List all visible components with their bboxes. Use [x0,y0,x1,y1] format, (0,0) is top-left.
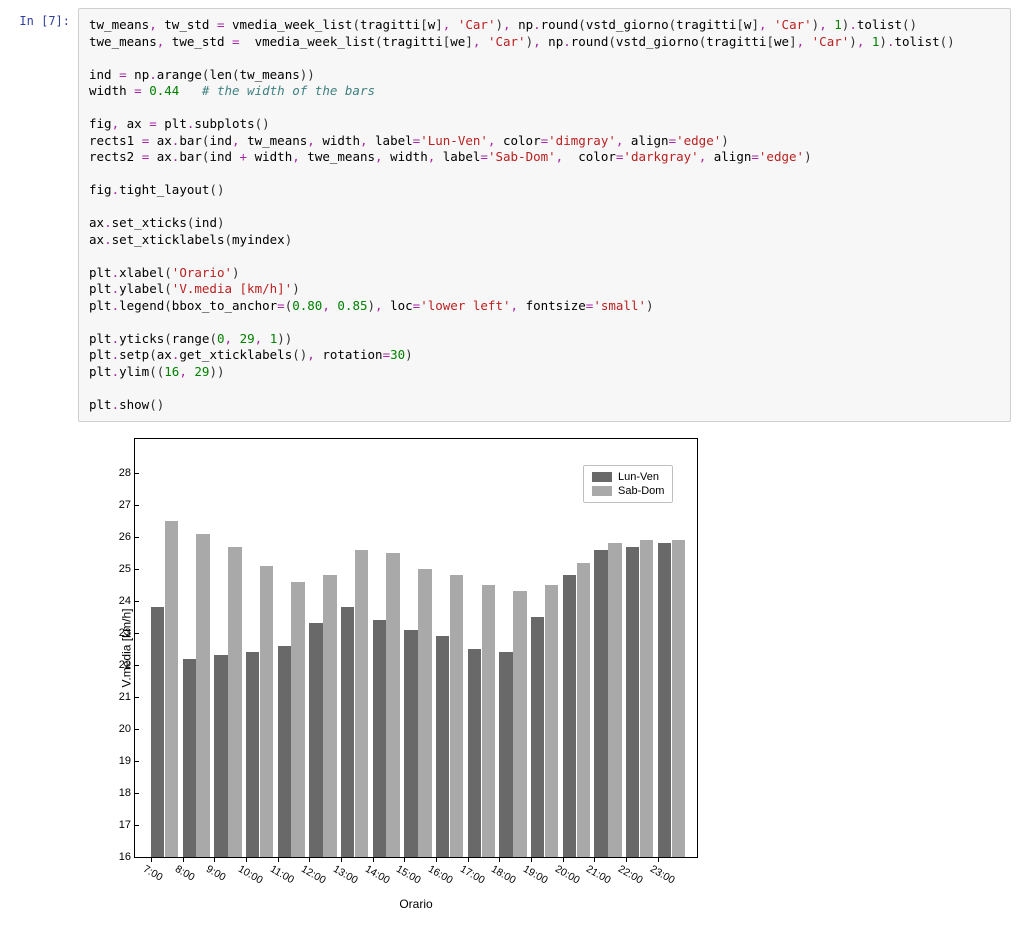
x-tick-label: 12:00 [299,863,328,887]
y-tick: 17 [105,819,131,831]
legend-swatch-icon [592,486,612,496]
x-tick-mark [436,857,437,862]
bar-sab-dom [260,566,273,857]
x-tick-mark [468,857,469,862]
x-tick-mark [309,857,310,862]
y-tick: 20 [105,723,131,735]
x-tick-label: 13:00 [331,863,360,887]
x-tick-label: 7:00 [141,863,165,884]
plot-area: V.media [km/h] Orario Lun-VenSab-Dom 161… [134,438,698,858]
y-tick: 19 [105,755,131,767]
y-tick: 22 [105,659,131,671]
x-tick-label: 8:00 [173,863,197,884]
x-tick-label: 14:00 [363,863,392,887]
bar-sab-dom [577,563,590,857]
x-tick-mark [658,857,659,862]
x-tick-label: 21:00 [584,863,613,887]
bar-lun-ven [626,547,639,857]
x-tick-mark [594,857,595,862]
bar-sab-dom [418,569,431,857]
x-tick-mark [183,857,184,862]
bar-lun-ven [246,652,259,857]
code-cell: In [7]: tw_means, tw_std = vmedia_week_l… [8,8,1011,422]
output-cell: V.media [km/h] Orario Lun-VenSab-Dom 161… [78,438,1011,858]
bar-sab-dom [196,534,209,857]
bar-lun-ven [563,575,576,857]
bar-sab-dom [640,540,653,857]
legend-entry: Sab-Dom [592,484,664,498]
legend-entry: Lun-Ven [592,470,664,484]
x-tick-mark [531,857,532,862]
bar-sab-dom [323,575,336,857]
bar-lun-ven [341,607,354,857]
x-tick-label: 11:00 [268,863,296,886]
x-tick-label: 22:00 [616,863,645,887]
y-tick: 18 [105,787,131,799]
x-tick-label: 9:00 [204,863,228,884]
y-tick: 25 [105,563,131,575]
x-tick-label: 18:00 [489,863,518,887]
y-axis-label: V.media [km/h] [119,609,133,688]
bar-sab-dom [228,547,241,857]
legend-label: Lun-Ven [618,471,659,483]
y-tick: 28 [105,467,131,479]
x-tick-label: 17:00 [458,863,487,887]
bar-sab-dom [165,521,178,857]
y-tick: 27 [105,499,131,511]
bar-sab-dom [355,550,368,857]
x-tick-label: 23:00 [648,863,677,887]
x-tick-mark [563,857,564,862]
code-input-area[interactable]: tw_means, tw_std = vmedia_week_list(trag… [78,8,1011,422]
bar-sab-dom [545,585,558,857]
bar-sab-dom [513,591,526,857]
code-text: tw_means, tw_std = vmedia_week_list(trag… [89,17,1000,413]
input-prompt: In [7]: [8,8,78,28]
x-tick-mark [214,857,215,862]
y-tick: 24 [105,595,131,607]
x-tick-mark [246,857,247,862]
bar-sab-dom [450,575,463,857]
bar-sab-dom [608,543,621,857]
bar-lun-ven [658,543,671,857]
x-tick-label: 10:00 [236,863,265,887]
x-tick-mark [404,857,405,862]
bar-sab-dom [291,582,304,857]
y-tick: 21 [105,691,131,703]
bar-lun-ven [151,607,164,857]
x-tick-mark [373,857,374,862]
legend-swatch-icon [592,472,612,482]
x-tick-label: 20:00 [553,863,582,887]
x-tick-mark [626,857,627,862]
bar-sab-dom [672,540,685,857]
y-tick: 26 [105,531,131,543]
bar-lun-ven [404,630,417,857]
x-axis-label: Orario [399,897,432,911]
x-tick-label: 15:00 [394,863,423,887]
x-tick-mark [341,857,342,862]
legend-box: Lun-Ven Sab-Dom [583,465,673,503]
bar-lun-ven [436,636,449,857]
bar-sab-dom [482,585,495,857]
bar-lun-ven [531,617,544,857]
bar-lun-ven [183,659,196,857]
bar-lun-ven [468,649,481,857]
bar-lun-ven [214,655,227,857]
bar-lun-ven [594,550,607,857]
x-tick-mark [278,857,279,862]
y-tick: 16 [105,851,131,863]
y-tick: 23 [105,627,131,639]
bar-sab-dom [386,553,399,857]
x-tick-label: 16:00 [426,863,455,887]
bar-lun-ven [278,646,291,857]
x-tick-mark [151,857,152,862]
bar-lun-ven [499,652,512,857]
chart-figure: V.media [km/h] Orario Lun-VenSab-Dom 161… [78,438,698,858]
bar-lun-ven [373,620,386,857]
x-tick-mark [499,857,500,862]
legend-label: Sab-Dom [618,485,664,497]
x-tick-label: 19:00 [521,863,550,887]
bar-lun-ven [309,623,322,857]
